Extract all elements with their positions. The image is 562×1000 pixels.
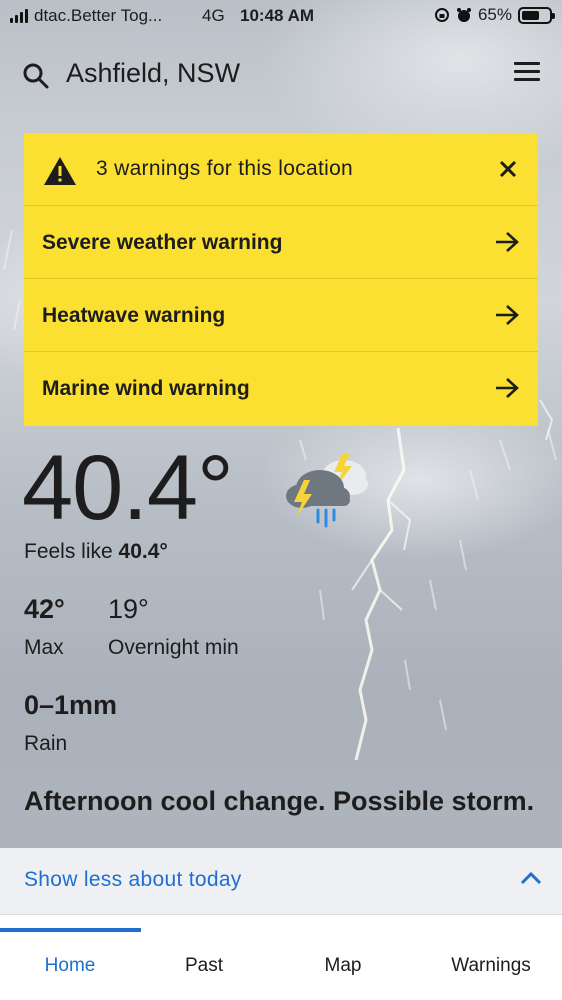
warnings-title: 3 warnings for this location	[96, 157, 354, 180]
warning-item-heatwave[interactable]: Heatwave warning	[24, 279, 538, 352]
arrow-right-icon	[496, 305, 519, 325]
min-temp-value: 19°	[108, 594, 149, 624]
tab-past[interactable]: Past	[134, 955, 274, 977]
header: Ashfield, NSW	[0, 52, 562, 98]
arrow-right-icon	[496, 378, 519, 398]
tab-map[interactable]: Map	[273, 955, 413, 977]
warning-item-marine-wind[interactable]: Marine wind warning	[24, 352, 538, 426]
rain-label: Rain	[24, 732, 68, 755]
battery-icon	[518, 6, 555, 24]
tab-home[interactable]: Home	[0, 955, 140, 977]
alarm-icon	[456, 8, 471, 22]
tab-warnings[interactable]: Warnings	[421, 955, 561, 977]
active-tab-indicator	[0, 928, 141, 932]
carrier-name: dtac.Better Tog...	[34, 6, 163, 25]
warning-label: Severe weather warning	[42, 231, 283, 254]
arrow-right-icon	[496, 232, 519, 252]
forecast-summary: Afternoon cool change. Possible storm.	[24, 786, 535, 816]
battery-percent: 65%	[477, 5, 512, 24]
chevron-up-icon	[520, 871, 542, 885]
min-temp-label: Overnight min	[108, 636, 239, 659]
max-temp-label: Max	[24, 636, 64, 659]
max-temp-value: 42°	[24, 594, 65, 624]
status-time: 10:48 AM	[240, 6, 315, 25]
show-less-label: Show less about today	[24, 868, 242, 891]
rain-value: 0–1mm	[24, 690, 118, 720]
status-indicators: 65%	[434, 5, 555, 25]
warning-triangle-icon	[44, 157, 76, 185]
warnings-header: 3 warnings for this location	[24, 133, 538, 206]
feels-like: Feels like 40.4°	[24, 540, 168, 564]
bottom-navigation: Home Past Map Warnings	[0, 914, 562, 1000]
feels-like-label: Feels like	[24, 540, 113, 563]
current-temperature: 40.4°	[22, 437, 234, 539]
warning-item-severe-weather[interactable]: Severe weather warning	[24, 206, 538, 279]
warning-label: Marine wind warning	[42, 377, 250, 400]
close-icon[interactable]	[498, 159, 518, 179]
rotation-lock-icon	[434, 8, 449, 22]
hamburger-menu-icon[interactable]	[514, 62, 540, 84]
feels-like-value: 40.4°	[118, 540, 168, 563]
search-icon[interactable]	[22, 62, 50, 90]
storm-cloud-icon	[286, 454, 368, 528]
warning-label: Heatwave warning	[42, 304, 226, 327]
warnings-panel: 3 warnings for this location Severe weat…	[24, 133, 538, 426]
status-bar: dtac.Better Tog... 4G 10:48 AM 65%	[0, 0, 562, 34]
signal-strength-icon	[10, 9, 28, 23]
location-title[interactable]: Ashfield, NSW	[66, 58, 240, 89]
show-less-toggle[interactable]: Show less about today	[0, 848, 562, 914]
network-type: 4G	[202, 6, 225, 25]
carrier-info: dtac.Better Tog...	[10, 6, 162, 26]
